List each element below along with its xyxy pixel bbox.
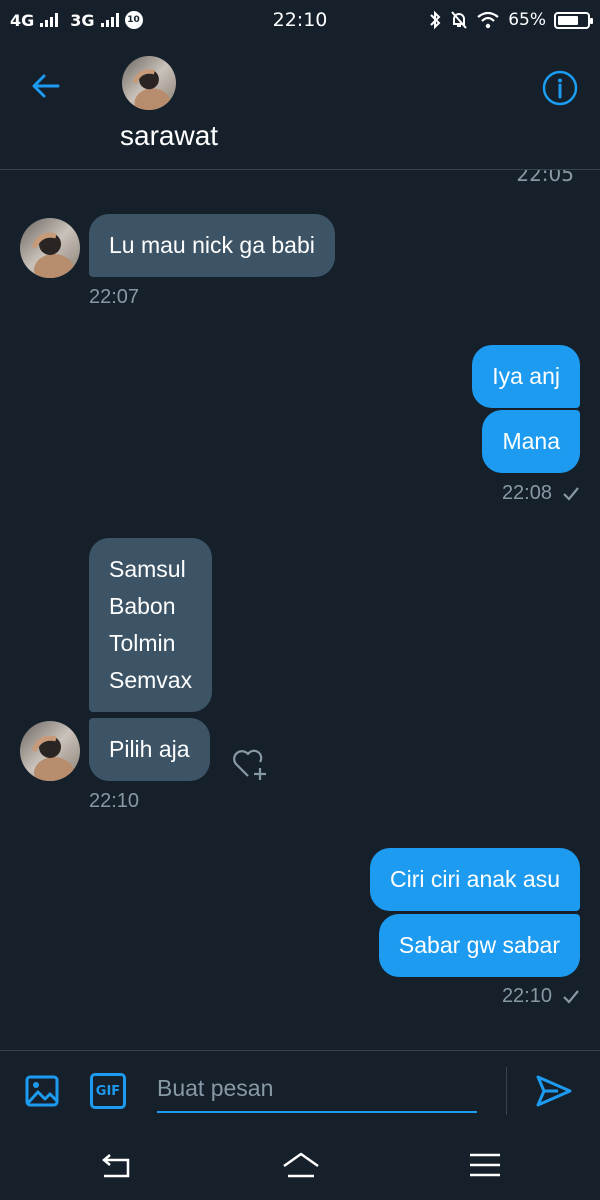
bluetooth-icon bbox=[430, 10, 441, 30]
incoming-message[interactable]: Samsul Babon Tolmin Semvax bbox=[89, 538, 213, 712]
message-time: 22:10 bbox=[501, 985, 552, 1007]
heart-add-icon[interactable] bbox=[230, 744, 272, 782]
notification-badge: 10 bbox=[124, 11, 143, 29]
back-arrow-icon[interactable] bbox=[28, 68, 64, 104]
image-icon[interactable] bbox=[24, 1073, 60, 1109]
conversation-header: sarawat bbox=[0, 40, 600, 170]
message-time: 22:08 bbox=[501, 482, 552, 504]
status-right: 65% bbox=[428, 10, 593, 30]
sender-avatar[interactable] bbox=[20, 218, 80, 278]
signal-icon-2 bbox=[100, 13, 119, 27]
incoming-message[interactable]: Pilih aja bbox=[89, 718, 210, 781]
check-icon bbox=[563, 486, 579, 501]
message-list: 22:05 Lu mau nick ga babi 22:07 Iya anj … bbox=[0, 170, 600, 1050]
message-time-row: 22:10 bbox=[502, 985, 580, 1008]
check-icon bbox=[563, 989, 579, 1004]
send-icon[interactable] bbox=[534, 1071, 574, 1111]
battery-percent: 65% bbox=[508, 10, 546, 30]
message-time: 22:07 bbox=[89, 286, 140, 308]
outgoing-message[interactable]: Mana bbox=[482, 410, 580, 473]
compose-bar: GIF bbox=[0, 1050, 600, 1130]
signal-icon bbox=[40, 13, 59, 27]
contact-name[interactable]: sarawat bbox=[120, 120, 218, 152]
compose-divider bbox=[506, 1067, 507, 1115]
gif-icon[interactable]: GIF bbox=[90, 1073, 126, 1109]
incoming-message[interactable]: Lu mau nick ga babi bbox=[89, 214, 335, 277]
network-label-3g: 3G bbox=[70, 10, 95, 30]
mute-bell-icon bbox=[451, 11, 467, 29]
outgoing-message[interactable]: Iya anj bbox=[472, 345, 580, 408]
message-time: 22:10 bbox=[89, 790, 140, 812]
outgoing-message[interactable]: Sabar gw sabar bbox=[378, 914, 580, 977]
nav-back-icon[interactable] bbox=[98, 1150, 132, 1180]
system-nav-bar bbox=[0, 1130, 600, 1200]
nav-menu-icon[interactable] bbox=[468, 1150, 502, 1180]
battery-icon bbox=[554, 11, 593, 29]
message-input[interactable] bbox=[157, 1065, 477, 1113]
message-time-row: 22:08 bbox=[502, 482, 580, 505]
status-bar: 4G 3G 10 22:10 65% bbox=[0, 0, 600, 40]
contact-avatar[interactable] bbox=[122, 56, 176, 110]
wifi-icon bbox=[477, 11, 499, 29]
sender-avatar[interactable] bbox=[20, 721, 80, 781]
outgoing-message[interactable]: Ciri ciri anak asu bbox=[370, 848, 580, 911]
info-icon[interactable] bbox=[541, 69, 579, 107]
network-label-4g: 4G bbox=[10, 10, 35, 30]
previous-message-time: 22:05 bbox=[516, 170, 574, 186]
nav-home-icon[interactable] bbox=[282, 1150, 320, 1180]
status-left: 4G 3G 10 bbox=[10, 11, 143, 30]
